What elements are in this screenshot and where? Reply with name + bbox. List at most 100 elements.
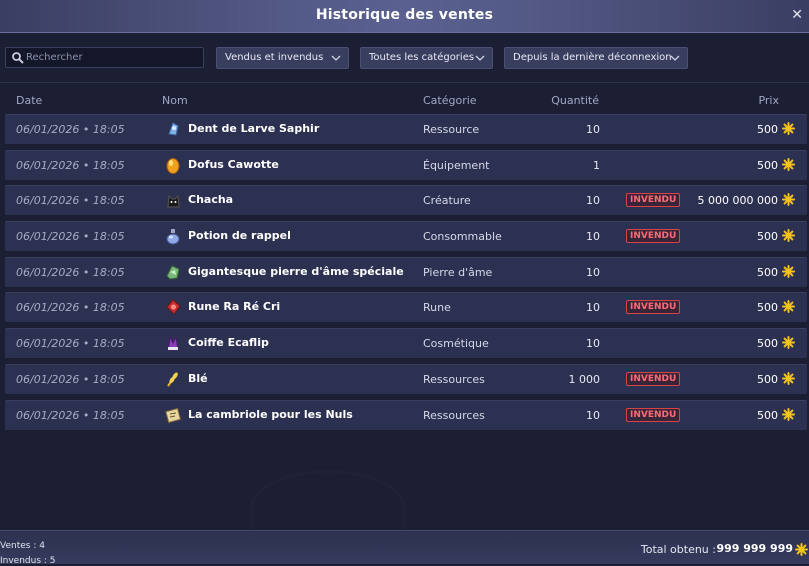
row-item-name: La cambriole pour les Nuls — [188, 407, 353, 421]
kama-coin-icon — [782, 300, 795, 314]
search-box[interactable] — [5, 47, 204, 68]
status-filter-label: Vendus et invendus — [225, 52, 324, 63]
row-price: 500 — [757, 123, 778, 136]
kama-coin-icon — [782, 264, 795, 278]
kama-coin-icon — [782, 193, 795, 207]
row-date: 06/01/2026 • 18:05 — [16, 123, 125, 136]
time-filter-dropdown[interactable]: Depuis la dernière déconnexion — [504, 47, 688, 69]
row-item-name: Blé — [188, 371, 208, 385]
status-filter-dropdown[interactable]: Vendus et invendus — [216, 47, 349, 69]
kama-coin-icon — [782, 371, 795, 385]
row-item-name: Dofus Cawotte — [188, 157, 279, 171]
row-category: Pierre d'âme — [423, 265, 493, 279]
table-row[interactable]: 06/01/2026 • 18:05 La cambriole pour les … — [5, 399, 807, 430]
category-filter-label: Toutes les catégories — [369, 52, 475, 63]
dofus-egg-icon — [166, 157, 180, 174]
row-price: 500 — [757, 408, 778, 422]
row-item-name: Potion de rappel — [188, 229, 291, 243]
row-quantity: 10 — [586, 265, 600, 279]
row-price: 500 — [757, 230, 778, 244]
sapphire-tooth-icon — [168, 122, 179, 136]
scroll-map-icon — [165, 407, 181, 423]
row-price: 5 000 000 000 — [697, 194, 778, 208]
wheat-icon — [167, 372, 178, 387]
row-date: 06/01/2026 • 18:05 — [16, 158, 125, 172]
unsold-badge: INVENDU — [626, 407, 681, 422]
rune-icon — [166, 299, 181, 316]
category-filter-dropdown[interactable]: Toutes les catégories — [360, 47, 493, 69]
row-item-name: Chacha — [188, 193, 234, 207]
row-category: Ressources — [423, 372, 485, 386]
row-date: 06/01/2026 • 18:05 — [16, 230, 125, 244]
column-header-name[interactable]: Nom — [162, 94, 188, 107]
chevron-down-icon — [331, 55, 341, 61]
cat-creature-icon — [167, 195, 180, 208]
chevron-down-icon — [475, 55, 485, 61]
table-row[interactable]: 06/01/2026 • 18:05 Chacha Créature 10 INVEND… — [5, 185, 807, 216]
potion-icon — [166, 229, 180, 245]
row-category: Créature — [423, 194, 471, 208]
row-quantity: 10 — [586, 337, 600, 351]
table-row[interactable]: 06/01/2026 • 18:05 Rune Ra Ré Cri Rune 10 IN… — [5, 292, 807, 323]
kama-coin-icon — [782, 157, 795, 171]
row-quantity: 10 — [586, 301, 600, 315]
column-header-price[interactable]: Prix — [758, 94, 779, 107]
soul-stone-icon — [166, 265, 180, 280]
kama-coin-icon — [782, 336, 795, 350]
kama-coin-icon — [782, 122, 795, 135]
row-quantity: 10 — [586, 194, 600, 208]
unsold-badge: INVENDU — [626, 229, 681, 244]
row-item-name: Rune Ra Ré Cri — [188, 300, 281, 314]
table-row[interactable]: 06/01/2026 • 18:05 Coiffe Ecaflip Cosmétiq… — [5, 328, 807, 359]
row-category: Ressource — [423, 123, 480, 136]
row-price: 500 — [757, 265, 778, 279]
sales-table: 06/01/2026 • 18:05 Dent de Larve Saphir Re… — [5, 114, 807, 435]
row-item-name: Dent de Larve Saphir — [188, 122, 320, 135]
row-quantity: 1 000 — [568, 372, 601, 386]
close-icon[interactable]: ✕ — [791, 7, 803, 23]
window-title: Historique des ventes — [315, 7, 494, 23]
filter-toolbar: Vendus et invendus Toutes les catégories… — [0, 32, 809, 83]
window-title-bar: Historique des ventes ✕ — [0, 0, 809, 33]
row-date: 06/01/2026 • 18:05 — [16, 194, 125, 208]
kama-coin-icon — [795, 543, 808, 556]
table-row[interactable]: 06/01/2026 • 18:05 Blé Ressources 1 000 INVE… — [5, 363, 807, 394]
row-item-name: Coiffe Ecaflip — [188, 336, 269, 350]
unsold-badge: INVENDU — [626, 371, 681, 386]
column-header-category[interactable]: Catégorie — [423, 94, 477, 107]
unsold-badge: INVENDU — [626, 193, 681, 208]
row-date: 06/01/2026 • 18:05 — [16, 408, 125, 422]
total-value: 999 999 999 — [716, 542, 793, 555]
search-icon — [12, 52, 24, 64]
row-price: 500 — [757, 372, 778, 386]
row-date: 06/01/2026 • 18:05 — [16, 372, 125, 386]
chevron-down-icon — [670, 55, 680, 61]
table-row[interactable]: 06/01/2026 • 18:05 Dofus Cawotte Équipemen… — [5, 149, 807, 180]
kama-coin-icon — [782, 407, 795, 421]
row-category: Cosmétique — [423, 337, 489, 351]
row-quantity: 10 — [586, 230, 600, 244]
kama-coin-icon — [782, 229, 795, 243]
table-row[interactable]: 06/01/2026 • 18:05 Dent de Larve Saphir Re… — [5, 114, 807, 144]
sales-count: Ventes : 4 — [0, 541, 45, 551]
table-header: Date Nom Catégorie Quantité Prix — [0, 90, 809, 110]
time-filter-label: Depuis la dernière déconnexion — [513, 52, 672, 63]
row-category: Ressources — [423, 408, 485, 422]
row-quantity: 10 — [586, 123, 600, 136]
search-input[interactable] — [26, 48, 196, 67]
row-item-name: Gigantesque pierre d'âme spéciale — [188, 264, 404, 278]
row-category: Équipement — [423, 158, 490, 172]
table-row[interactable]: 06/01/2026 • 18:05 Gigantesque pierre d'â… — [5, 256, 807, 287]
row-date: 06/01/2026 • 18:05 — [16, 337, 125, 351]
unsold-badge: INVENDU — [626, 300, 681, 315]
table-row[interactable]: 06/01/2026 • 18:05 Potion de rappel Consom… — [5, 221, 807, 252]
row-category: Rune — [423, 301, 451, 315]
column-header-date[interactable]: Date — [16, 94, 42, 107]
row-date: 06/01/2026 • 18:05 — [16, 265, 125, 279]
row-price: 500 — [757, 158, 778, 172]
ecaflip-hat-icon — [167, 335, 179, 351]
row-date: 06/01/2026 • 18:05 — [16, 301, 125, 315]
column-header-quantity[interactable]: Quantité — [551, 94, 599, 107]
row-price: 500 — [757, 337, 778, 351]
footer-bar: Ventes : 4 Invendus : 5 Total obtenu : 9… — [0, 530, 809, 566]
